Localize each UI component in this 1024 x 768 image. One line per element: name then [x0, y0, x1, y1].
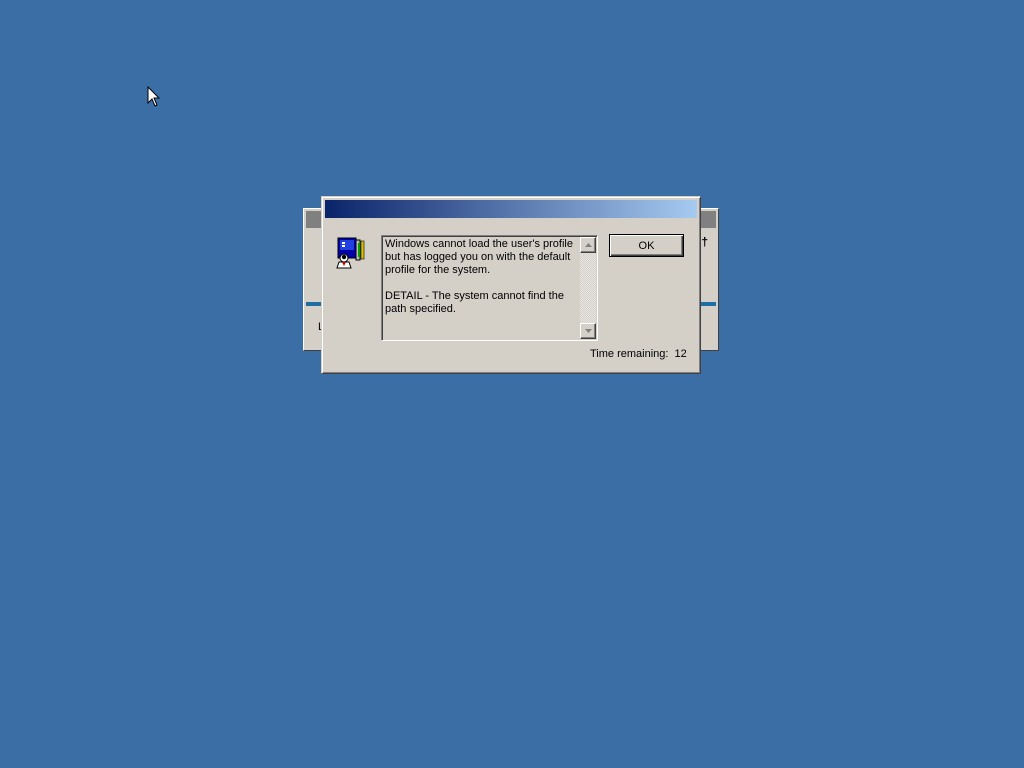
ok-button[interactable]: OK	[609, 234, 684, 257]
scroll-up-button[interactable]	[580, 237, 596, 253]
dialog-titlebar[interactable]	[325, 200, 697, 218]
arrow-down-icon	[584, 329, 592, 333]
background-window-logo-fragment: †	[701, 235, 708, 249]
message-box: Windows cannot load the user's profile b…	[381, 235, 598, 341]
error-message-text: Windows cannot load the user's profile b…	[385, 238, 573, 315]
arrow-up-icon	[584, 243, 592, 247]
time-remaining: Time remaining: 12	[590, 348, 687, 360]
mouse-pointer-icon	[147, 86, 161, 107]
profile-error-dialog: Windows cannot load the user's profile b…	[321, 196, 701, 374]
user-profile-icon	[336, 237, 365, 269]
message-scrollbar[interactable]	[580, 237, 596, 339]
time-remaining-value: 12	[674, 348, 687, 360]
time-remaining-label: Time remaining:	[590, 348, 669, 360]
scroll-down-button[interactable]	[580, 323, 596, 339]
